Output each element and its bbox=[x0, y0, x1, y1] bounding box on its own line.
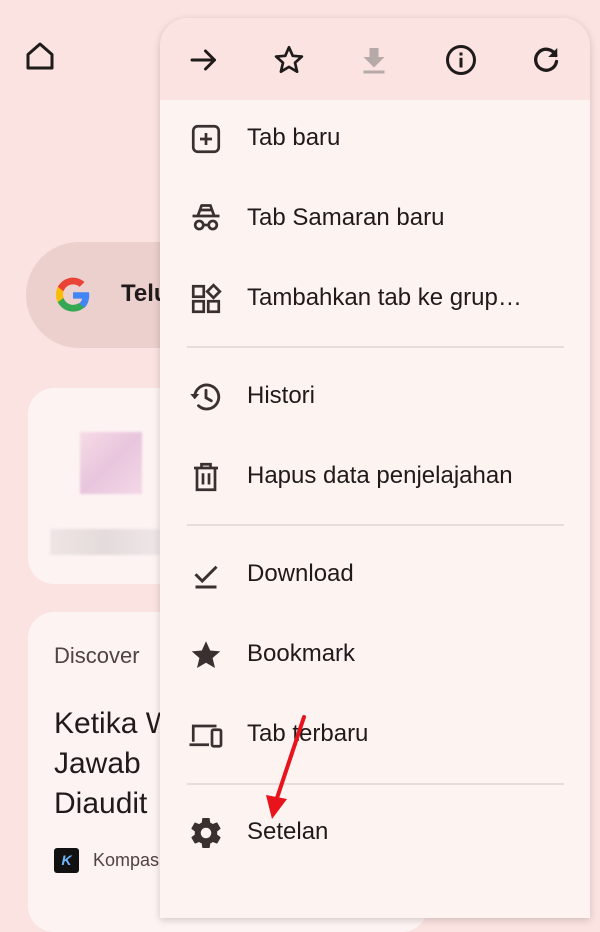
blurred-label bbox=[50, 529, 160, 555]
menu-item-label: Bookmark bbox=[247, 640, 356, 667]
menu-item-label: Tab Samaran baru bbox=[247, 204, 445, 231]
menu-divider bbox=[187, 346, 564, 348]
tab-group-icon bbox=[191, 283, 222, 314]
menu-item-incognito-tab[interactable]: Tab Samaran baru bbox=[160, 189, 590, 249]
menu-item-recent-tabs[interactable]: Tab terbaru bbox=[160, 705, 590, 765]
gear-icon bbox=[191, 818, 221, 849]
download-done-icon bbox=[194, 565, 218, 589]
article-headline[interactable]: Ketika W Jawab Diaudit bbox=[54, 704, 174, 824]
menu-item-clear-browsing-data[interactable]: Hapus data penjelajahan bbox=[160, 447, 590, 507]
source-name: Kompas bbox=[93, 850, 160, 870]
source-logo: K bbox=[54, 848, 79, 873]
menu-divider bbox=[187, 524, 564, 526]
menu-item-history[interactable]: Histori bbox=[160, 367, 590, 427]
discover-label: Discover bbox=[54, 643, 140, 668]
menu-top-bar bbox=[160, 18, 590, 100]
star-outline-icon[interactable] bbox=[271, 42, 307, 78]
devices-icon bbox=[189, 724, 223, 748]
menu-item-new-tab[interactable]: Tab baru bbox=[160, 109, 590, 169]
download-icon[interactable] bbox=[356, 42, 392, 78]
headline-line: Jawab bbox=[54, 747, 141, 780]
home-icon[interactable] bbox=[22, 38, 58, 74]
menu-item-label: Tab baru bbox=[247, 124, 341, 151]
annotation-arrow bbox=[266, 715, 306, 819]
google-logo-icon bbox=[55, 277, 90, 312]
history-icon bbox=[190, 383, 221, 411]
menu-item-settings[interactable]: Setelan bbox=[160, 803, 590, 863]
refresh-icon[interactable] bbox=[528, 42, 564, 78]
menu-item-downloads[interactable]: Download bbox=[160, 545, 590, 605]
headline-line: Ketika W bbox=[54, 707, 175, 740]
forward-arrow-icon[interactable] bbox=[186, 42, 222, 78]
menu-divider bbox=[187, 783, 564, 785]
new-tab-icon bbox=[191, 124, 221, 154]
info-icon[interactable] bbox=[443, 42, 479, 78]
overflow-menu: Tab baru Tab Samaran baru Tambahkan tab … bbox=[160, 18, 590, 918]
menu-item-label: Hapus data penjelajahan bbox=[247, 462, 513, 489]
headline-line: Diaudit bbox=[54, 787, 148, 820]
menu-item-label: Tambahkan tab ke grup… bbox=[247, 284, 522, 311]
incognito-icon bbox=[192, 204, 220, 231]
menu-item-add-tab-to-group[interactable]: Tambahkan tab ke grup… bbox=[160, 269, 590, 329]
menu-item-label: Histori bbox=[247, 382, 316, 409]
trash-icon bbox=[194, 462, 218, 492]
menu-item-label: Download bbox=[247, 560, 354, 587]
star-filled-icon bbox=[191, 641, 221, 669]
blurred-thumbnail bbox=[80, 432, 142, 494]
menu-item-bookmarks[interactable]: Bookmark bbox=[160, 625, 590, 685]
